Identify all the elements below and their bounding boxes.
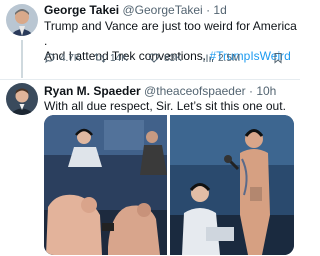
post-george-takei[interactable]: George Takei @GeorgeTakei · 1d Trump and… (0, 0, 300, 79)
like-count: 83K (164, 52, 182, 64)
post-header: Ryan M. Spaeder @theaceofspaeder · 10h (44, 84, 276, 98)
ryan-spaeder-avatar-image (6, 83, 38, 115)
media-photo-right[interactable] (170, 115, 294, 255)
repost-count: 14K (110, 52, 128, 64)
handle[interactable]: @theaceofspaeder (144, 84, 246, 98)
avatar-george-takei[interactable] (6, 4, 38, 36)
avatar-ryan-spaeder[interactable] (6, 83, 38, 115)
post-text-line: Trump and Vance are just too weird for A… (44, 19, 297, 48)
post-header: George Takei @GeorgeTakei · 1d (44, 3, 227, 17)
timestamp[interactable]: 1d (213, 3, 226, 17)
like-button[interactable]: 83K (148, 52, 182, 64)
reply-count: 4.7K (60, 52, 81, 64)
separator: · (248, 84, 253, 98)
bookmark-icon (274, 53, 282, 64)
post-text: With all due respect, Sir. Let’s sit thi… (44, 99, 286, 114)
handle[interactable]: @GeorgeTakei (122, 3, 202, 17)
display-name[interactable]: Ryan M. Spaeder (44, 84, 141, 98)
views-icon (203, 54, 213, 62)
bookmark-button[interactable] (272, 52, 284, 64)
separator: · (206, 3, 211, 17)
thread-connector (21, 40, 23, 78)
like-icon (149, 53, 159, 63)
views-count: 2.5M (218, 52, 241, 64)
post-text-line: With all due respect, Sir. Let’s sit thi… (44, 99, 286, 113)
media-photo-left[interactable] (44, 115, 167, 255)
george-takei-avatar-image (6, 4, 38, 36)
reply-icon (45, 53, 55, 64)
post-ryan-spaeder[interactable]: Ryan M. Spaeder @theaceofspaeder · 10h W… (0, 79, 300, 256)
timestamp[interactable]: 10h (256, 84, 276, 98)
reply-button[interactable]: 4.7K (44, 52, 81, 64)
repost-icon (94, 53, 106, 63)
views-button[interactable]: 2.5M (202, 52, 240, 64)
repost-button[interactable]: 14K (94, 52, 128, 64)
media-grid (44, 115, 294, 255)
action-bar: 4.7K 14K 83K 2.5M (44, 52, 294, 66)
display-name[interactable]: George Takei (44, 3, 119, 17)
